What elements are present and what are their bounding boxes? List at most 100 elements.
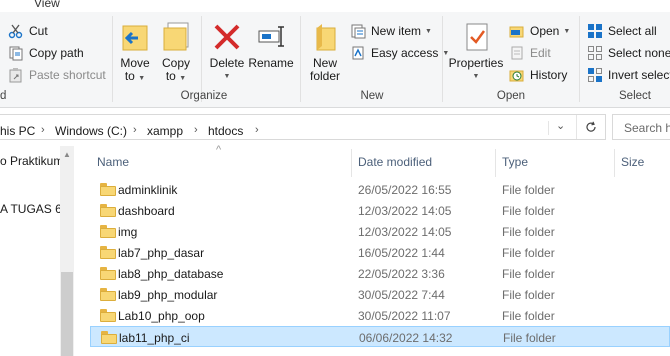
file-name: Lab10_php_oop [118, 309, 205, 323]
history-button[interactable]: History [509, 65, 567, 85]
invert-selection-button[interactable]: Invert selecti [587, 65, 670, 85]
new-folder-icon [308, 20, 342, 54]
copy-to-button[interactable]: Copy to ▼ [158, 20, 194, 85]
column-header-size[interactable]: Size [621, 155, 644, 169]
column-header-name[interactable]: Name [97, 155, 129, 169]
file-list: ^ Name Date modified Type Size adminklin… [76, 144, 670, 356]
edit-icon [509, 45, 525, 61]
select-none-icon [587, 45, 603, 61]
file-date: 12/03/2022 14:05 [358, 204, 452, 218]
copy-path-button[interactable]: Copy path [8, 43, 84, 63]
rename-button[interactable]: Rename [248, 20, 294, 70]
select-none-button[interactable]: Select none [587, 43, 670, 63]
invert-selection-label: Invert selecti [608, 68, 670, 82]
menu-bar: ​ View [0, 0, 670, 12]
file-date: 12/03/2022 14:05 [358, 225, 452, 239]
table-row-selected[interactable]: lab11_php_ci 06/06/2022 14:32 File folde… [90, 326, 670, 347]
breadcrumb-this-pc[interactable]: his PC [0, 124, 35, 138]
select-all-button[interactable]: Select all [587, 21, 657, 41]
select-all-icon [587, 23, 603, 39]
paste-shortcut-label: Paste shortcut [29, 68, 106, 82]
open-button[interactable]: Open ▼ [509, 21, 570, 41]
table-row[interactable]: img 12/03/2022 14:05 File folder [90, 221, 670, 242]
chevron-right-icon[interactable]: › [194, 124, 198, 136]
rename-icon [254, 20, 288, 54]
open-icon [509, 23, 525, 39]
scroll-up-arrow-icon[interactable]: ▲ [63, 150, 71, 159]
table-row[interactable]: dashboard 12/03/2022 14:05 File folder [90, 200, 670, 221]
rename-label: Rename [248, 56, 294, 70]
chevron-right-icon[interactable]: › [133, 124, 137, 136]
nav-item-praktikum[interactable]: o Praktikum [0, 154, 63, 168]
new-item-label: New item [371, 24, 422, 38]
copy-path-label: Copy path [29, 46, 84, 60]
refresh-button[interactable] [576, 115, 605, 139]
search-input[interactable]: Search h [612, 114, 670, 140]
organize-group-label: Organize [180, 90, 228, 102]
nav-scrollbar[interactable]: ▲ [60, 146, 74, 356]
refresh-icon [586, 121, 596, 132]
move-to-label-2: to [124, 69, 135, 83]
edit-button[interactable]: Edit [509, 43, 551, 63]
nav-item-tugas-6[interactable]: A TUGAS 6 [0, 202, 62, 216]
file-date: 30/05/2022 7:44 [358, 288, 445, 302]
easy-access-label: Easy access [371, 46, 439, 60]
table-row[interactable]: lab8_php_database 22/05/2022 3:36 File f… [90, 263, 670, 284]
breadcrumb-xampp[interactable]: xampp [147, 124, 183, 138]
chevron-right-icon[interactable]: › [255, 124, 259, 136]
column-header-type[interactable]: Type [502, 155, 528, 169]
folder-icon [100, 309, 116, 322]
open-label: Open [530, 24, 560, 38]
breadcrumb-windows-c[interactable]: Windows (C:) [55, 124, 127, 138]
file-type: File folder [502, 225, 555, 239]
search-placeholder: Search h [624, 121, 670, 135]
new-folder-button[interactable]: New folder [305, 20, 345, 83]
cut-label: Cut [29, 24, 48, 38]
group-divider [442, 16, 443, 102]
scrollbar-thumb[interactable] [61, 272, 73, 356]
file-name: img [118, 225, 138, 239]
move-to-button[interactable]: Move to ▼ [117, 20, 153, 85]
new-item-button[interactable]: New item ▼ [350, 21, 432, 41]
chevron-right-icon[interactable]: › [41, 124, 45, 136]
delete-button[interactable]: Delete ▼ [206, 20, 248, 83]
address-field[interactable]: his PC › Windows (C:) › xampp › htdocs ›… [0, 114, 606, 140]
folder-icon [100, 204, 116, 217]
delete-label: Delete [209, 56, 245, 70]
select-group-label: Select [619, 90, 651, 102]
column-header-date[interactable]: Date modified [358, 155, 432, 169]
history-clock-icon [509, 67, 525, 83]
properties-checkmark-icon [459, 20, 493, 54]
copy-path-icon [8, 45, 24, 61]
delete-x-icon [210, 20, 244, 54]
file-date: 30/05/2022 11:07 [358, 309, 451, 323]
properties-label: Properties [448, 56, 504, 70]
file-name: dashboard [118, 204, 175, 218]
column-divider[interactable] [351, 149, 352, 177]
file-name: lab11_php_ci [119, 331, 190, 345]
group-divider [579, 16, 580, 102]
table-row[interactable]: lab9_php_modular 30/05/2022 7:44 File fo… [90, 284, 670, 305]
new-folder-label-2: folder [309, 69, 341, 83]
copy-to-label-2: to [165, 69, 176, 83]
cut-button[interactable]: Cut [8, 21, 48, 41]
address-bar: his PC › Windows (C:) › xampp › htdocs ›… [0, 111, 670, 144]
column-divider[interactable] [614, 149, 615, 177]
breadcrumb-htdocs[interactable]: htdocs [208, 124, 243, 138]
edit-label: Edit [530, 46, 551, 60]
file-date: 16/05/2022 1:44 [358, 246, 445, 260]
table-row[interactable]: adminklinik 26/05/2022 16:55 File folder [90, 179, 670, 200]
menu-tab-view[interactable]: View [34, 0, 60, 10]
easy-access-button[interactable]: Easy access ▼ [350, 43, 449, 63]
table-row[interactable]: lab7_php_dasar 16/05/2022 1:44 File fold… [90, 242, 670, 263]
file-name: lab7_php_dasar [118, 246, 205, 260]
history-label: History [530, 68, 568, 82]
table-row[interactable]: Lab10_php_oop 30/05/2022 11:07 File fold… [90, 305, 670, 326]
history-dropdown-chevron-icon[interactable]: ⌄ [556, 119, 565, 132]
folder-icon [100, 183, 116, 196]
properties-button[interactable]: Properties ▼ [449, 20, 503, 83]
paste-shortcut-button[interactable]: Paste shortcut [8, 65, 106, 85]
file-name: lab9_php_modular [118, 288, 218, 302]
file-type: File folder [502, 183, 555, 197]
column-divider[interactable] [495, 149, 496, 177]
